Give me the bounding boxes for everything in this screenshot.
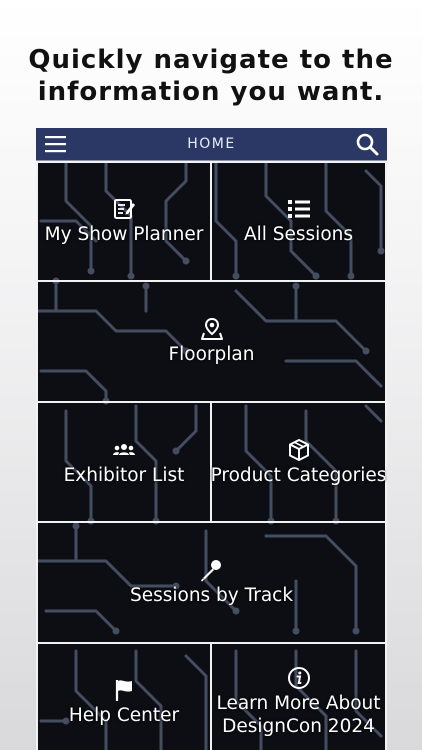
tile-label-line-2: DesignCon 2024 bbox=[222, 716, 375, 737]
tile-my-show-planner[interactable]: My Show Planner bbox=[36, 161, 212, 282]
tile-label: Help Center bbox=[68, 704, 180, 726]
home-menu-grid: My Show Planner All Sessions Floorplan E… bbox=[36, 161, 387, 750]
planner-notepad-icon bbox=[114, 199, 135, 219]
tile-sessions-by-track[interactable]: Sessions by Track bbox=[36, 521, 387, 644]
tile-help-center[interactable]: Help Center bbox=[36, 642, 212, 750]
people-group-icon bbox=[113, 443, 135, 455]
promo-headline: Quickly navigate to the information you … bbox=[0, 44, 422, 108]
tile-label: My Show Planner bbox=[44, 224, 204, 245]
tile-label-line-1: Learn More About bbox=[216, 693, 381, 714]
list-icon bbox=[287, 200, 310, 218]
microphone-icon bbox=[200, 560, 221, 582]
tile-label: Floorplan bbox=[168, 344, 255, 365]
promo-line-1: Quickly navigate to the bbox=[28, 45, 394, 75]
app-screen: HOME My Show Planner All Sessions Floorp… bbox=[36, 128, 387, 750]
tile-product-categories[interactable]: Product Categories bbox=[210, 401, 387, 523]
tile-label: Product Categories bbox=[210, 464, 387, 486]
info-icon bbox=[287, 667, 310, 689]
box-icon bbox=[288, 438, 309, 461]
top-navbar: HOME bbox=[36, 128, 387, 161]
tile-floorplan[interactable]: Floorplan bbox=[36, 280, 387, 403]
tile-exhibitor-list[interactable]: Exhibitor List bbox=[36, 401, 212, 523]
tile-learn-more[interactable]: Learn More About DesignCon 2024 bbox=[210, 642, 387, 750]
tile-label: Sessions by Track bbox=[129, 585, 294, 606]
tile-label: All Sessions bbox=[243, 224, 354, 245]
flag-icon bbox=[115, 679, 132, 701]
tile-all-sessions[interactable]: All Sessions bbox=[210, 161, 387, 282]
map-pin-icon bbox=[200, 317, 223, 340]
page-title: HOME bbox=[187, 136, 236, 152]
tile-label: Exhibitor List bbox=[63, 464, 185, 486]
promo-line-2: information you want. bbox=[37, 77, 385, 107]
search-icon[interactable] bbox=[355, 132, 379, 156]
